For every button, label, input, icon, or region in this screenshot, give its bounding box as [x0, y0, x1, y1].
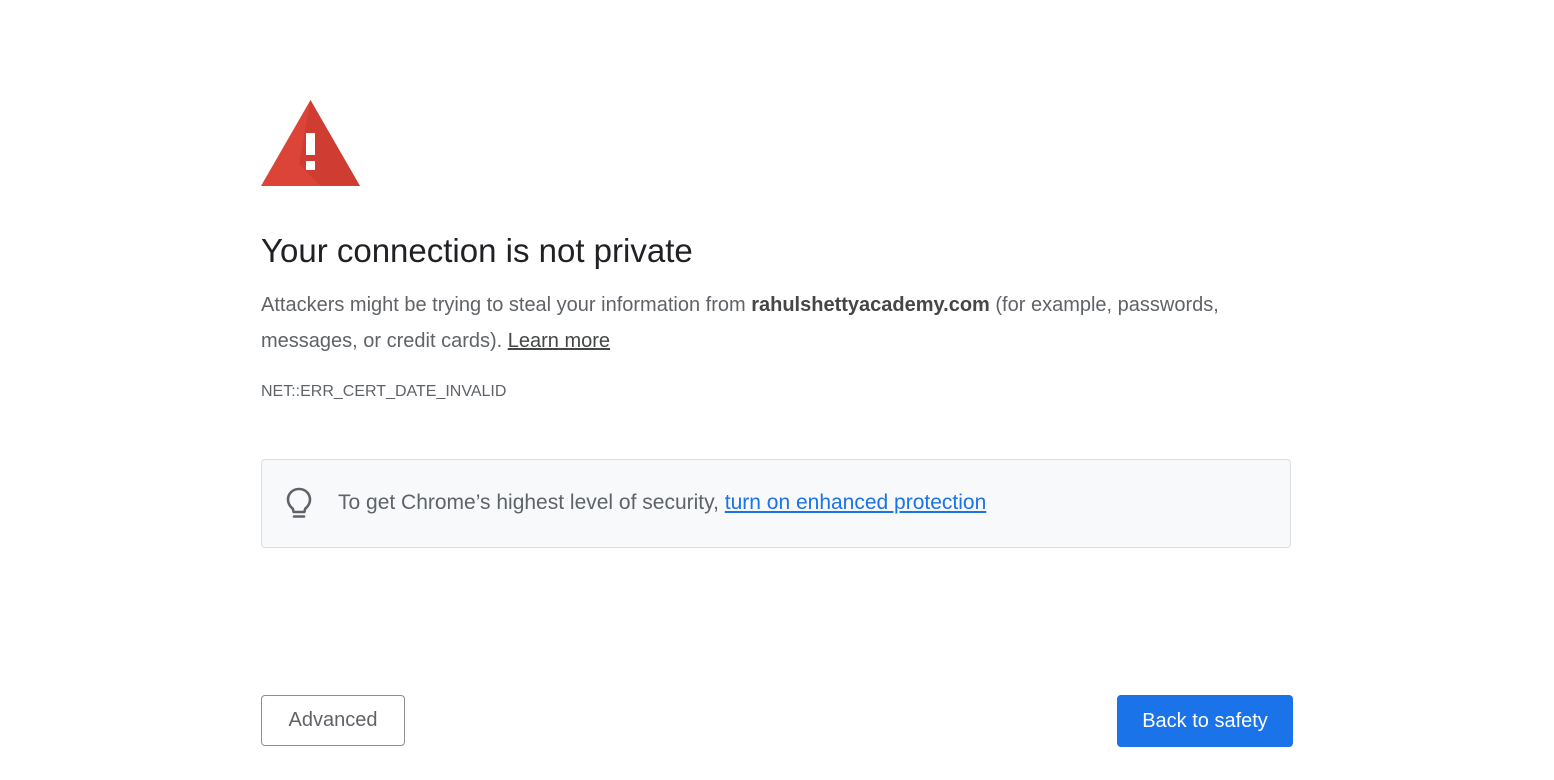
error-code: NET::ERR_CERT_DATE_INVALID	[261, 383, 507, 400]
tip-text: To get Chrome’s highest level of securit…	[338, 491, 725, 514]
domain-name: rahulshettyacademy.com	[751, 294, 990, 316]
learn-more-link[interactable]: Learn more	[508, 330, 610, 352]
lightbulb-icon	[286, 487, 312, 518]
interstitial-page: Your connection is not private Attackers…	[0, 0, 1554, 780]
warning-description: Attackers might be trying to steal your …	[261, 287, 1301, 359]
enhanced-protection-tip: To get Chrome’s highest level of securit…	[261, 459, 1291, 548]
description-text: Attackers might be trying to steal your …	[261, 294, 752, 316]
page-title: Your connection is not private	[261, 232, 693, 269]
warning-triangle-icon	[261, 100, 360, 186]
enhanced-protection-link[interactable]: turn on enhanced protection	[725, 491, 987, 514]
advanced-button[interactable]: Advanced	[261, 695, 405, 746]
tip-message: To get Chrome’s highest level of securit…	[338, 491, 986, 515]
back-to-safety-button[interactable]: Back to safety	[1117, 695, 1293, 747]
